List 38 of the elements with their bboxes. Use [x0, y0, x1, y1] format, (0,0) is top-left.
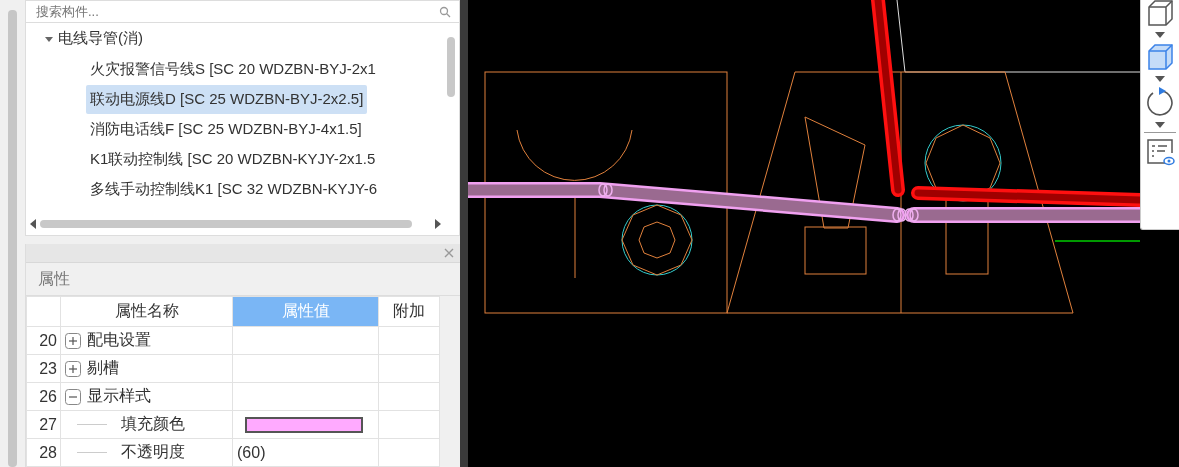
list-view-icon[interactable] — [1145, 137, 1175, 167]
tree-item[interactable]: 消防电话线F [SC 25 WDZBN-BYJ-4x1.5] — [86, 115, 366, 144]
expand-icon[interactable] — [65, 332, 81, 349]
row-number: 28 — [26, 438, 61, 467]
caret-icon[interactable] — [1155, 76, 1165, 82]
scroll-right-icon[interactable] — [435, 219, 441, 229]
scrollbar-thumb[interactable] — [8, 10, 17, 467]
property-name: 配电设置 — [87, 330, 151, 350]
row-number: 26 — [26, 382, 61, 411]
property-name: 剔槽 — [87, 358, 119, 378]
cube-icon[interactable] — [1145, 0, 1175, 28]
tree-group-label[interactable]: 电线导管(消) — [58, 29, 143, 48]
caret-icon[interactable] — [1155, 32, 1165, 38]
property-name: 显示样式 — [87, 386, 151, 406]
scrollbar-thumb[interactable] — [447, 37, 455, 97]
tree-item[interactable]: K1联动控制线 [SC 20 WDZBN-KYJY-2x1.5 — [86, 145, 380, 174]
property-name: 填充颜色 — [121, 414, 185, 434]
scroll-left-icon[interactable] — [30, 219, 36, 229]
cube-icon[interactable] — [1145, 42, 1175, 72]
property-name: 不透明度 — [121, 442, 185, 462]
search-icon[interactable] — [439, 5, 451, 18]
column-header[interactable]: 附加 — [378, 296, 440, 327]
collapse-icon[interactable] — [65, 388, 81, 405]
tree-item[interactable]: 火灾报警信号线S [SC 20 WDZBN-BYJ-2x1 — [86, 55, 380, 84]
caret-icon[interactable] — [1155, 122, 1165, 128]
search-field[interactable]: 搜索构件... — [34, 3, 439, 20]
close-icon[interactable] — [444, 248, 454, 258]
row-number: 20 — [26, 326, 61, 355]
property-value: (60) — [236, 443, 266, 461]
row-number: 23 — [26, 354, 61, 383]
color-swatch[interactable] — [245, 416, 363, 433]
rotate-icon[interactable] — [1145, 86, 1175, 118]
tree-item[interactable]: 联动电源线D [SC 25 WDZBN-BYJ-2x2.5] — [86, 85, 368, 114]
row-number: 27 — [26, 410, 61, 439]
column-header[interactable]: 属性名称 — [60, 296, 233, 327]
tree-item[interactable]: 多线手动控制线K1 [SC 32 WDZBN-KYJY-6 — [86, 175, 381, 204]
scrollbar-thumb[interactable] — [40, 220, 412, 228]
expand-icon[interactable] — [65, 360, 81, 377]
